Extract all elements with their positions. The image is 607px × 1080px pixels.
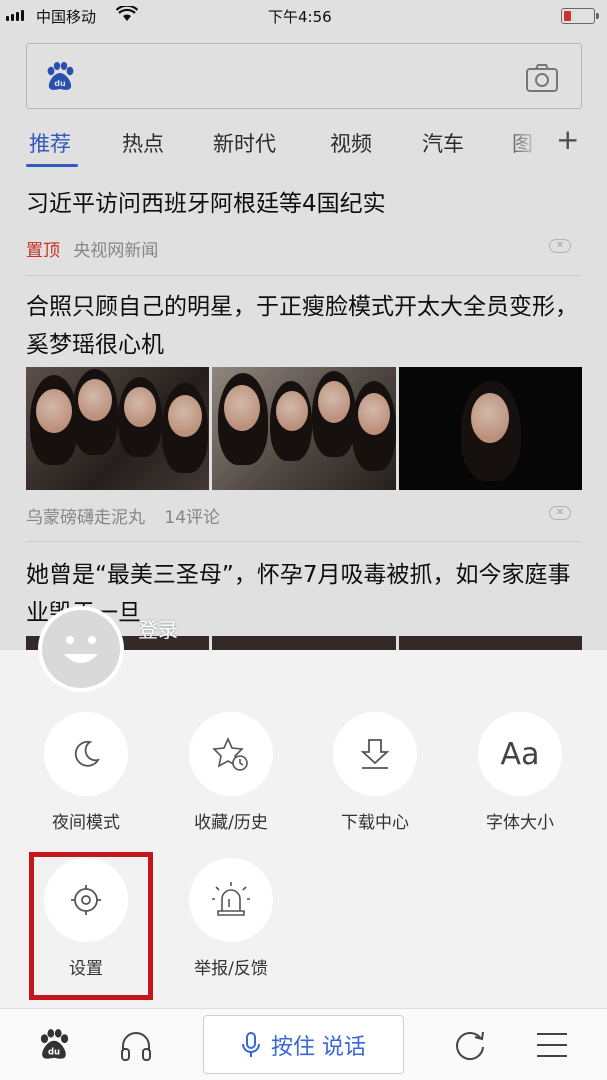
font-size-icon: Aa xyxy=(500,736,540,772)
menu-item-label: 下载中心 xyxy=(341,813,409,833)
night-mode-button[interactable]: 夜间模式 xyxy=(21,712,151,833)
download-icon xyxy=(360,739,390,769)
bottom-toolbar: du 按住 说话 xyxy=(0,1008,607,1080)
baidu-home-icon[interactable]: du xyxy=(36,1027,72,1063)
download-center-button[interactable]: 下载中心 xyxy=(310,712,440,833)
menu-item-label: 夜间模式 xyxy=(52,813,120,833)
refresh-icon[interactable] xyxy=(452,1027,488,1063)
menu-item-label: 举报/反馈 xyxy=(194,959,268,979)
alarm-report-icon xyxy=(212,882,250,916)
menu-icon[interactable] xyxy=(534,1027,570,1063)
favorites-history-button[interactable]: 收藏/历史 xyxy=(166,712,296,833)
headphones-icon[interactable] xyxy=(118,1027,154,1063)
star-history-icon xyxy=(212,737,248,771)
menu-item-label: 收藏/历史 xyxy=(194,813,268,833)
font-size-button[interactable]: Aa 字体大小 xyxy=(455,712,585,833)
voice-button-label: 按住 说话 xyxy=(271,1034,366,1060)
microphone-icon xyxy=(242,1031,260,1057)
settings-highlight-box xyxy=(29,852,153,1000)
report-feedback-button[interactable]: 举报/反馈 xyxy=(166,858,296,979)
menu-item-label: 字体大小 xyxy=(486,813,554,833)
login-link[interactable]: 登录 xyxy=(138,614,178,643)
moon-icon xyxy=(74,740,100,767)
svg-text:du: du xyxy=(48,1047,60,1057)
dim-overlay[interactable] xyxy=(0,0,607,650)
avatar[interactable] xyxy=(38,606,124,692)
hold-to-talk-button[interactable]: 按住 说话 xyxy=(203,1015,404,1074)
